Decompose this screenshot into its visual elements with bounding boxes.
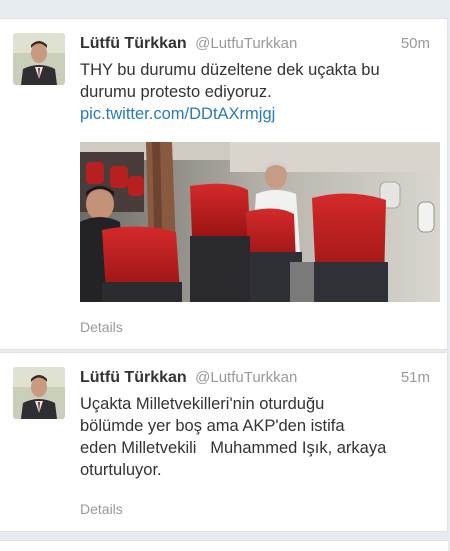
tweet-text: THY bu durumu düzeltene dek uçakta bu du… [80, 59, 440, 125]
media-link[interactable]: pic.twitter.com/DDtAXrmjgj [80, 103, 440, 125]
user-avatar[interactable] [13, 367, 65, 419]
avatar-image [13, 367, 65, 419]
tweet-header: Lütfü Türkkan @LutfuTurkkan 50m [80, 35, 440, 59]
tweet-text-line: THY bu durumu düzeltene dek uçakta bu [80, 61, 380, 79]
tweet-stream: Lütfü Türkkan @LutfuTurkkan 50m THY bu d… [0, 0, 450, 551]
user-fullname[interactable]: Lütfü Türkkan [80, 35, 187, 52]
next-tweet-edge [0, 540, 448, 551]
tweet-text: Uçakta Milletvekilleri'nin oturduğu bölü… [80, 393, 440, 481]
airplane-cabin-photo [80, 142, 440, 302]
user-avatar[interactable] [13, 33, 65, 85]
tweet-timestamp[interactable]: 50m [401, 35, 430, 52]
user-handle[interactable]: @LutfuTurkkan [195, 35, 297, 52]
details-link[interactable]: Details [80, 501, 123, 517]
tweet-timestamp[interactable]: 51m [401, 369, 430, 386]
user-fullname[interactable]: Lütfü Türkkan [80, 369, 187, 386]
tweet-text-line: bölümde yer boş ama AKP'den istifa [80, 417, 345, 435]
tweet-text-line: oturtuluyor. [80, 461, 162, 479]
tweet-text-line: Uçakta Milletvekilleri'nin oturduğu [80, 395, 325, 413]
details-link[interactable]: Details [80, 319, 123, 335]
tweet-item[interactable]: Lütfü Türkkan @LutfuTurkkan 51m Uçakta M… [0, 352, 448, 532]
tweet-text-line: eden Milletvekili Muhammed Işık, arkaya [80, 439, 387, 457]
tweet-media-photo[interactable] [80, 142, 440, 302]
tweet-header: Lütfü Türkkan @LutfuTurkkan 51m [80, 369, 440, 393]
tweet-item[interactable]: Lütfü Türkkan @LutfuTurkkan 50m THY bu d… [0, 18, 448, 350]
tweet-text-line: durumu protesto ediyoruz. [80, 83, 272, 101]
user-handle[interactable]: @LutfuTurkkan [195, 369, 297, 386]
avatar-image [13, 33, 65, 85]
